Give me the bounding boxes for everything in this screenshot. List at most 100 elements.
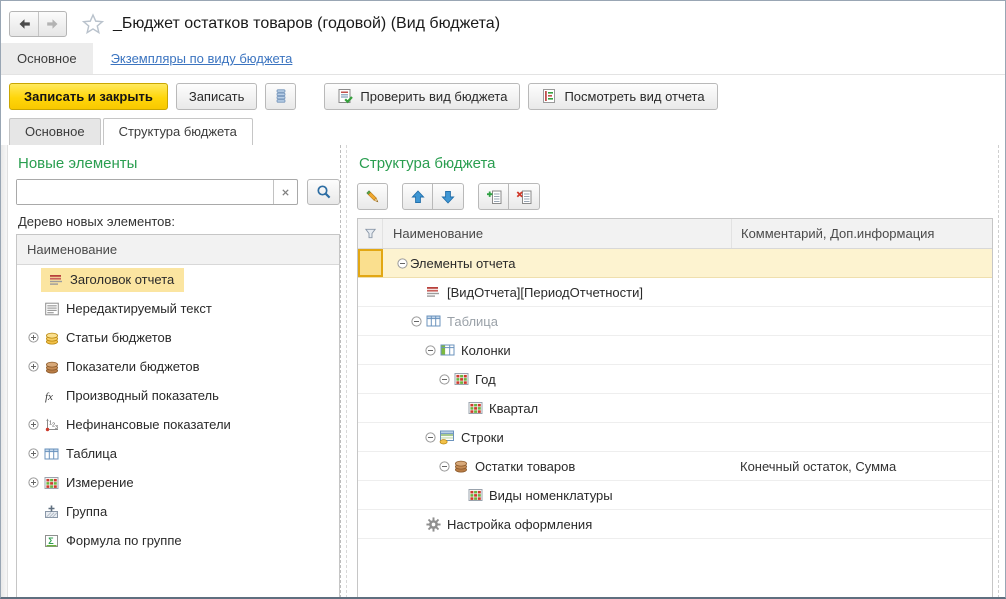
expand-plus-icon[interactable] — [26, 361, 41, 372]
tab-main[interactable]: Основное — [9, 118, 101, 145]
group-plus-icon — [43, 504, 60, 520]
move-down-button[interactable] — [433, 183, 464, 210]
pencil-icon — [365, 189, 381, 205]
title-lines-icon — [424, 284, 442, 300]
row-name-cell: Квартал — [383, 394, 731, 422]
expand-plus-icon[interactable] — [26, 477, 41, 488]
edit-button[interactable] — [357, 183, 388, 210]
structure-toolbar — [357, 183, 993, 210]
right-splitter[interactable] — [998, 145, 999, 598]
row-name-cell: Элементы отчета — [383, 249, 731, 277]
new-elements-column-header[interactable]: Наименование — [17, 235, 339, 265]
report-view-icon — [541, 88, 557, 104]
search-input[interactable] — [17, 180, 273, 204]
row-comment-cell — [731, 481, 992, 509]
favorite-star-icon[interactable] — [81, 12, 105, 36]
structure-row[interactable]: [ВидОтчета][ПериодОтчетности] — [358, 278, 992, 307]
row-flag-cell — [358, 394, 383, 422]
structure-table-body: Элементы отчета [ВидОтчета][ПериодОтчетно… — [358, 249, 992, 597]
save-and-close-button[interactable]: Записать и закрыть — [9, 83, 168, 110]
row-name-cell: [ВидОтчета][ПериодОтчетности] — [383, 278, 731, 306]
save-button[interactable]: Записать — [176, 83, 258, 110]
search-row — [16, 179, 340, 205]
coins-brown-icon — [452, 458, 470, 474]
structure-row[interactable]: Квартал — [358, 394, 992, 423]
structure-row[interactable]: Элементы отчета — [358, 249, 992, 278]
new-element-item[interactable]: Группа — [17, 497, 339, 526]
row-comment-cell — [731, 336, 992, 364]
form-tabstrip: Основное Структура бюджета — [1, 117, 1005, 145]
new-element-item[interactable]: Заголовок отчета — [17, 265, 339, 294]
grid-dim-icon — [466, 487, 484, 503]
structure-row[interactable]: Колонки — [358, 336, 992, 365]
new-element-item[interactable]: Показатели бюджетов — [17, 352, 339, 381]
expand-minus-icon[interactable] — [395, 258, 410, 269]
move-up-button[interactable] — [402, 183, 433, 210]
tab-budget-structure[interactable]: Структура бюджета — [103, 118, 253, 145]
panel-splitter[interactable] — [340, 145, 347, 598]
flag-column-header[interactable] — [358, 219, 383, 248]
structure-row-label: Настройка оформления — [447, 517, 592, 532]
structure-row[interactable]: Строки — [358, 423, 992, 452]
new-element-item[interactable]: Измерение — [17, 468, 339, 497]
check-budget-view-label: Проверить вид бюджета — [360, 89, 507, 104]
new-elements-tree-label: Дерево новых элементов: — [18, 214, 340, 229]
section-tab-main[interactable]: Основное — [1, 43, 93, 74]
expand-minus-icon[interactable] — [437, 374, 452, 385]
expand-minus-icon[interactable] — [423, 432, 438, 443]
new-elements-tree: Наименование Заголовок отчета Нередактиру… — [16, 234, 340, 598]
new-element-item[interactable]: Таблица — [17, 439, 339, 468]
structure-row-label: Виды номенклатуры — [489, 488, 613, 503]
search-button[interactable] — [307, 179, 340, 205]
search-clear-button[interactable] — [273, 180, 297, 204]
funnel-icon — [364, 227, 377, 240]
structure-row-label: Элементы отчета — [410, 256, 516, 271]
expand-plus-icon[interactable] — [26, 419, 41, 430]
structure-row[interactable]: Виды номенклатуры — [358, 481, 992, 510]
comment-column-header[interactable]: Комментарий, Доп.информация — [731, 219, 992, 248]
table-blue-icon — [43, 446, 60, 462]
row-name-cell: Строки — [383, 423, 731, 451]
expand-minus-icon[interactable] — [437, 461, 452, 472]
new-element-item[interactable]: fxПроизводный показатель — [17, 381, 339, 410]
expand-plus-icon[interactable] — [26, 332, 41, 343]
structure-row-label: Колонки — [461, 343, 511, 358]
tree-item-label: Таблица — [66, 446, 117, 461]
check-budget-view-button[interactable]: Проверить вид бюджета — [324, 83, 520, 110]
tree-item-label: Заголовок отчета — [70, 272, 174, 287]
list-stack-button[interactable] — [265, 83, 296, 110]
row-comment-cell — [731, 365, 992, 393]
delete-row-button[interactable] — [509, 183, 540, 210]
grid-dim-icon — [466, 400, 484, 416]
row-flag-cell — [358, 336, 383, 364]
new-element-item[interactable]: ΣФормула по группе — [17, 526, 339, 555]
new-element-item[interactable]: 123Нефинансовые показатели — [17, 410, 339, 439]
forward-button[interactable] — [38, 12, 66, 36]
gear-icon — [424, 516, 442, 532]
expand-minus-icon[interactable] — [409, 316, 424, 327]
table-blue-icon — [424, 313, 442, 329]
structure-row[interactable]: Настройка оформления — [358, 510, 992, 539]
budget-instances-link[interactable]: Экземпляры по виду бюджета — [111, 51, 293, 66]
expand-minus-icon[interactable] — [423, 345, 438, 356]
svg-text:3: 3 — [55, 424, 58, 430]
structure-row[interactable]: Остатки товаровКонечный остаток, Сумма — [358, 452, 992, 481]
add-row-button[interactable] — [478, 183, 509, 210]
row-flag-cell — [358, 307, 383, 335]
back-button[interactable] — [10, 12, 38, 36]
preview-report-button[interactable]: Посмотреть вид отчета — [528, 83, 717, 110]
new-element-item[interactable]: Нередактируемый текст — [17, 294, 339, 323]
arrow-down-icon — [441, 190, 455, 204]
expand-plus-icon[interactable] — [26, 448, 41, 459]
row-comment-cell — [731, 307, 992, 335]
new-element-item[interactable]: Статьи бюджетов — [17, 323, 339, 352]
magnifier-icon — [316, 184, 332, 200]
name-column-header[interactable]: Наименование — [383, 219, 731, 248]
structure-row[interactable]: Таблица — [358, 307, 992, 336]
new-elements-panel: Новые элементы Дерево новых элемент — [8, 145, 340, 598]
title-lines-icon — [47, 272, 64, 288]
coins-brown-icon — [43, 359, 60, 375]
structure-row[interactable]: Год — [358, 365, 992, 394]
command-toolbar: Записать и закрыть Записать Проверить ви… — [1, 75, 1005, 117]
section-link-wrap: Экземпляры по виду бюджета — [111, 43, 293, 74]
